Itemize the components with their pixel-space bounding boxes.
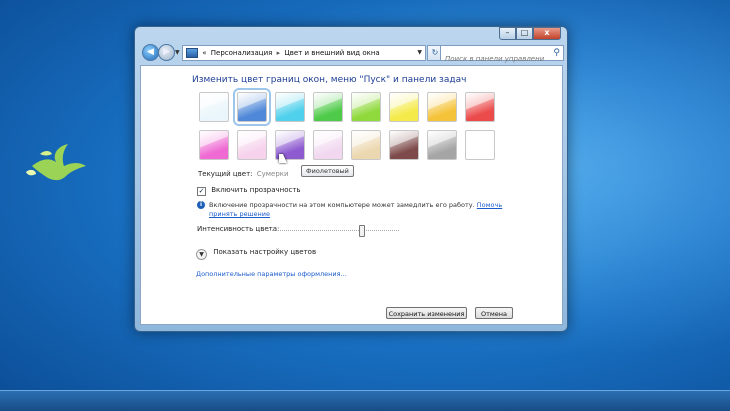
color-swatch[interactable] [389, 92, 419, 122]
current-color-value: Сумерки [256, 170, 289, 178]
color-swatch[interactable] [427, 92, 457, 122]
minimize-button[interactable]: – [499, 27, 516, 40]
intensity-label: Интенсивность цвета: [197, 225, 280, 233]
breadcrumb-separator-icon[interactable]: ▸ [277, 49, 281, 57]
intensity-slider-track[interactable] [265, 230, 399, 231]
recent-pages-dropdown-icon[interactable]: ▼ [175, 49, 180, 56]
save-changes-button[interactable]: Сохранить изменения [386, 307, 467, 319]
color-swatch[interactable] [199, 92, 229, 122]
taskbar [0, 390, 730, 411]
color-swatch[interactable] [465, 130, 495, 160]
color-swatch[interactable] [465, 92, 495, 122]
color-swatch[interactable] [351, 130, 381, 160]
caption-buttons: – □ x [499, 27, 561, 40]
color-swatch[interactable] [389, 130, 419, 160]
color-swatch[interactable] [427, 130, 457, 160]
color-swatch[interactable] [237, 130, 267, 160]
search-icon[interactable]: ⚲ [553, 46, 560, 60]
search-input[interactable] [441, 52, 545, 66]
breadcrumb-overflow[interactable]: « [202, 49, 206, 57]
color-swatch[interactable] [313, 92, 343, 122]
address-bar[interactable]: « Персонализация ▸ Цвет и внешний вид ок… [182, 45, 426, 61]
color-swatch[interactable] [233, 88, 271, 126]
swatch-tooltip: Фиолетовый [301, 165, 354, 177]
close-button[interactable]: x [533, 27, 561, 40]
intensity-slider-thumb[interactable] [359, 225, 366, 237]
transparency-option[interactable]: ✓ Включить прозрачность [197, 186, 301, 196]
mouse-cursor-icon [279, 154, 287, 163]
current-color-label: Текущий цвет: [198, 170, 253, 178]
breadcrumb-personalization[interactable]: Персонализация [211, 49, 273, 57]
show-color-mixer-label[interactable]: Показать настройку цветов [213, 248, 316, 256]
cancel-button[interactable]: Отмена [475, 307, 513, 319]
content-pane: Изменить цвет границ окон, меню "Пуск" и… [140, 65, 563, 325]
transparency-checkbox[interactable]: ✓ [197, 187, 206, 196]
personalization-window: – □ x ◀ ▶ ▼ « Персонализация ▸ Цвет и вн… [134, 26, 568, 332]
address-dropdown-icon[interactable]: ▼ [417, 46, 422, 60]
control-panel-icon [186, 48, 198, 58]
current-color: Текущий цвет: Сумерки [198, 170, 289, 178]
breadcrumb-color-appearance[interactable]: Цвет и внешний вид окна [284, 49, 379, 57]
chevron-down-icon[interactable]: ▼ [196, 249, 207, 260]
maximize-button[interactable]: □ [516, 27, 533, 40]
info-icon: i [197, 201, 205, 209]
back-button[interactable]: ◀ [142, 44, 159, 61]
page-heading: Изменить цвет границ окон, меню "Пуск" и… [192, 75, 467, 85]
windows-logo [26, 144, 86, 181]
color-swatch[interactable] [351, 92, 381, 122]
color-swatch[interactable] [313, 130, 343, 160]
advanced-appearance-link[interactable]: Дополнительные параметры оформления... [196, 270, 347, 278]
color-swatch[interactable] [275, 92, 305, 122]
forward-button[interactable]: ▶ [158, 44, 175, 61]
search-box: ⚲ [440, 45, 564, 66]
info-text: Включение прозрачности на этом компьютер… [209, 201, 475, 209]
color-swatch[interactable] [199, 130, 229, 160]
transparency-label[interactable]: Включить прозрачность [211, 186, 300, 194]
show-color-mixer[interactable]: ▼ Показать настройку цветов [196, 248, 316, 260]
navigation-bar: ◀ ▶ ▼ « Персонализация ▸ Цвет и внешний … [141, 43, 564, 66]
